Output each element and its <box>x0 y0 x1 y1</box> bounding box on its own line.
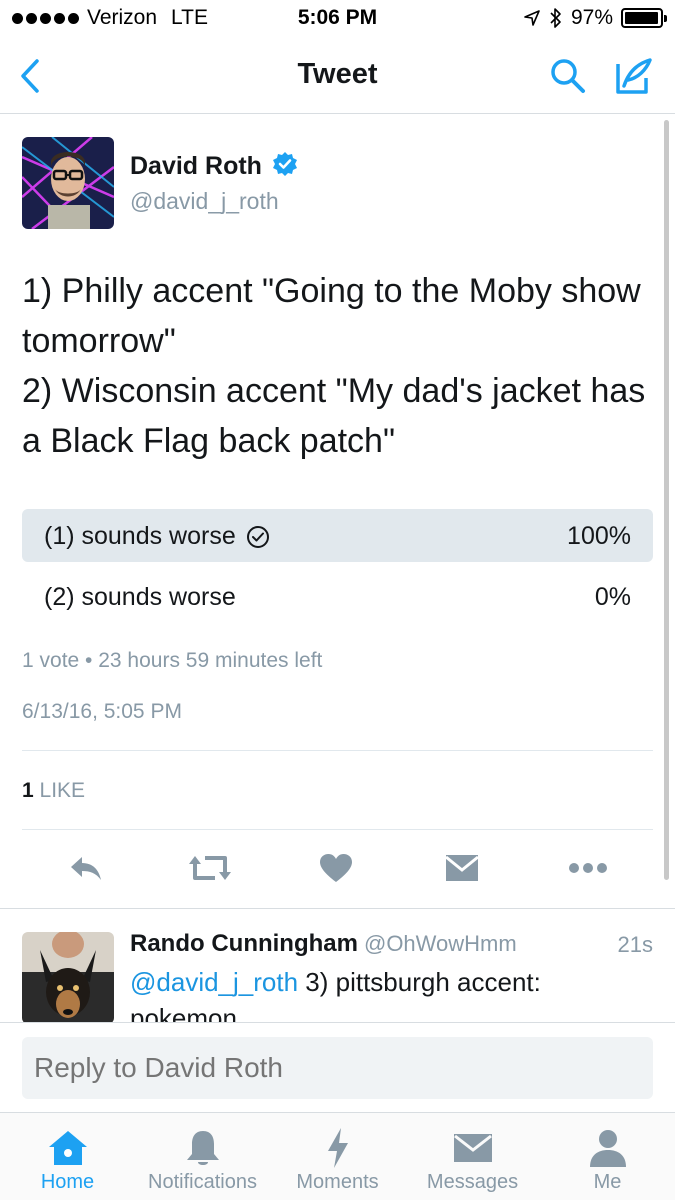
home-icon <box>0 1127 135 1169</box>
avatar[interactable] <box>22 137 114 229</box>
author-name[interactable]: David Roth <box>130 152 262 181</box>
direct-message-icon[interactable] <box>440 848 484 888</box>
bell-icon <box>135 1127 270 1169</box>
verified-badge-icon <box>272 151 298 182</box>
author-name-block: David Roth @david_j_roth <box>130 151 298 215</box>
status-bar: Verizon LTE 5:06 PM 97% <box>0 0 675 38</box>
reply-input[interactable] <box>22 1037 653 1099</box>
tab-messages[interactable]: Messages <box>405 1113 540 1200</box>
bluetooth-icon <box>550 8 561 28</box>
reply-icon[interactable] <box>64 848 108 888</box>
tab-bar: Home Notifications Moments Messages Me <box>0 1112 675 1200</box>
divider <box>22 829 653 830</box>
check-circle-icon <box>246 525 269 548</box>
tab-home[interactable]: Home <box>0 1113 135 1200</box>
reply-author-handle[interactable]: @OhWowHmm <box>364 931 517 956</box>
avatar[interactable] <box>22 932 114 1022</box>
scrollbar[interactable] <box>664 120 669 880</box>
tab-me[interactable]: Me <box>540 1113 675 1200</box>
navigation-bar: Tweet <box>0 38 675 114</box>
reply-header: Rando Cunningham @OhWowHmm <box>130 930 517 958</box>
tab-label: Me <box>593 1171 622 1193</box>
poll-option-label: (1) sounds worse <box>44 522 236 550</box>
mention-link[interactable]: @david_j_roth <box>130 967 298 997</box>
tab-label: Moments <box>296 1171 379 1193</box>
location-arrow-icon <box>524 10 540 26</box>
retweet-icon[interactable] <box>188 848 232 888</box>
battery-icon <box>621 8 667 28</box>
poll-option-label-wrap: (2) sounds worse <box>44 583 236 612</box>
divider <box>0 908 675 909</box>
reply-timestamp: 21s <box>617 932 653 957</box>
reply-author-name[interactable]: Rando Cunningham <box>130 930 358 957</box>
tab-label: Messages <box>426 1171 519 1193</box>
poll-option-1: (1) sounds worse 100% <box>22 509 653 562</box>
tab-label: Notifications <box>148 1171 257 1193</box>
search-icon[interactable] <box>548 56 588 96</box>
tab-moments[interactable]: Moments <box>270 1113 405 1200</box>
person-icon <box>540 1127 675 1169</box>
more-icon[interactable] <box>566 848 610 888</box>
reply-composer <box>0 1022 675 1112</box>
status-right: 97% <box>523 6 667 30</box>
poll-option-label-wrap: (1) sounds worse <box>44 522 270 551</box>
author-handle[interactable]: @david_j_roth <box>130 188 298 215</box>
poll-option-percent: 100% <box>567 522 631 550</box>
poll-option-2: (2) sounds worse 0% <box>22 570 653 623</box>
likes-count[interactable]: 1 LIKE <box>22 779 85 803</box>
like-count-number: 1 <box>22 779 34 802</box>
poll-meta: 1 vote • 23 hours 59 minutes left <box>22 649 323 672</box>
envelope-icon <box>405 1127 540 1169</box>
lightning-icon <box>270 1127 405 1169</box>
tweet-timestamp: 6/13/16, 5:05 PM <box>22 700 182 723</box>
like-icon[interactable] <box>314 848 358 888</box>
divider <box>22 750 653 751</box>
like-count-label: LIKE <box>39 779 86 802</box>
tab-label: Home <box>40 1171 95 1193</box>
poll-option-percent: 0% <box>594 583 631 611</box>
reply-text: @david_j_roth 3) pittsburgh accent: poke… <box>130 964 640 1022</box>
tweet-text: 1) Philly accent "Going to the Moby show… <box>22 272 646 460</box>
battery-percent: 97% <box>570 6 613 29</box>
tab-notifications[interactable]: Notifications <box>135 1113 270 1200</box>
reply-tweet[interactable]: Rando Cunningham @OhWowHmm 21s @david_j_r… <box>0 910 675 1022</box>
compose-icon[interactable] <box>614 56 654 96</box>
poll-option-label: (2) sounds worse <box>44 583 236 611</box>
